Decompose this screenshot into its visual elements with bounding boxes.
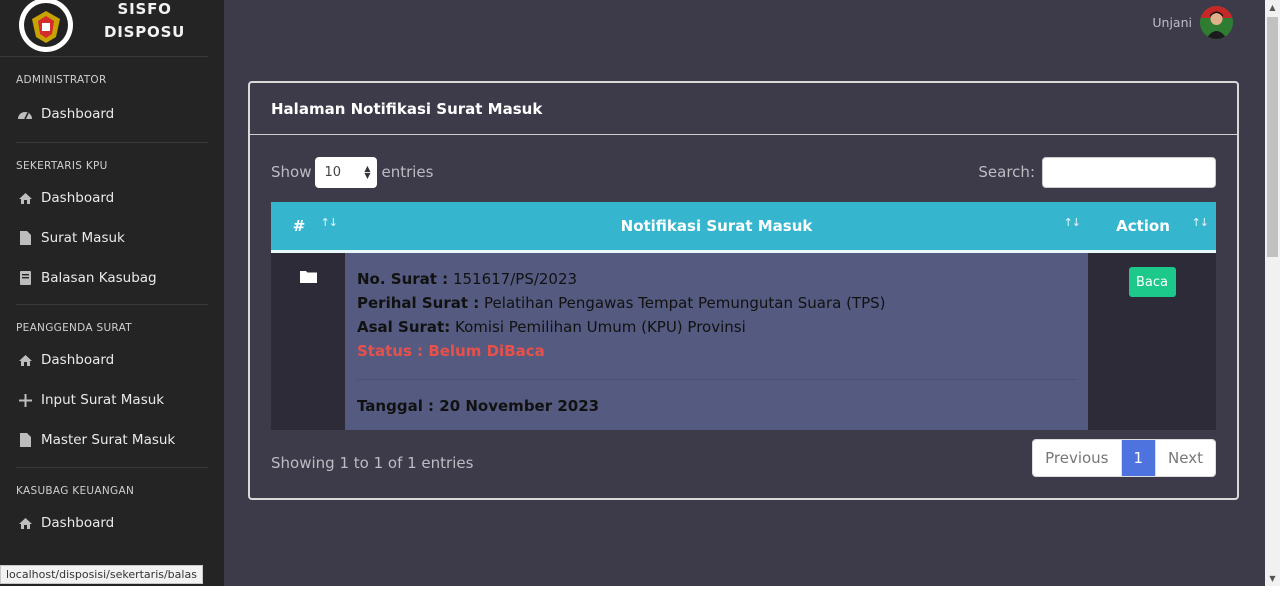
- section-heading-administrator: ADMINISTRATOR: [16, 74, 107, 86]
- sidebar-item-label: Dashboard: [41, 106, 115, 122]
- file-icon: [17, 433, 33, 447]
- avatar[interactable]: [1200, 6, 1233, 39]
- file-icon: [17, 231, 33, 245]
- pagination: Previous 1 Next: [1032, 439, 1216, 477]
- cell-divider: [357, 379, 1076, 380]
- user-name: Unjani: [1152, 15, 1192, 30]
- entries-select[interactable]: 10 ▲ ▼: [315, 156, 378, 188]
- sidebar: SISFO DISPOSU ADMINISTRATOR Dashboard SE…: [0, 0, 224, 586]
- entries-label: entries: [381, 163, 434, 181]
- sidebar-item-label: Master Surat Masuk: [41, 432, 176, 448]
- entries-value: 10: [324, 164, 342, 180]
- brand-line1: SISFO: [117, 0, 172, 18]
- scroll-down-icon[interactable]: ▼: [1265, 571, 1280, 586]
- section-heading-kasubag: KASUBAG KEUANGAN: [16, 485, 135, 497]
- home-icon: [17, 353, 33, 367]
- brand-title: SISFO DISPOSU: [104, 0, 185, 44]
- select-arrows-icon: ▲ ▼: [364, 164, 371, 180]
- sidebar-item-label: Input Surat Masuk: [41, 392, 165, 408]
- table-row: No. Surat : 151617/PS/2023 Perihal Surat…: [271, 253, 1216, 430]
- sort-icon: ↑↓: [1191, 216, 1209, 229]
- brand-line2: DISPOSU: [104, 23, 186, 41]
- asal-line: Asal Surat: Komisi Pemilihan Umum (KPU) …: [357, 315, 1076, 339]
- column-header-num[interactable]: # ↑↓: [271, 202, 345, 250]
- sidebar-item-label: Balasan Kasubag: [41, 270, 157, 286]
- perihal-label: Perihal Surat :: [357, 294, 480, 312]
- status-bar-url: localhost/disposisi/sekertaris/balas: [0, 565, 203, 584]
- scroll-up-icon[interactable]: ▲: [1265, 0, 1280, 15]
- book-icon: [17, 271, 33, 285]
- search-input[interactable]: [1042, 156, 1216, 188]
- no-surat-line: No. Surat : 151617/PS/2023: [357, 267, 1076, 291]
- previous-button[interactable]: Previous: [1033, 440, 1122, 476]
- brand[interactable]: SISFO DISPOSU: [0, 0, 208, 57]
- user-menu[interactable]: Unjani: [1152, 6, 1233, 39]
- page-1-button[interactable]: 1: [1121, 440, 1157, 476]
- status-text: Status : Belum DiBaca: [357, 342, 545, 360]
- sidebar-item-label: Dashboard: [41, 352, 115, 368]
- column-header-notif[interactable]: Notifikasi Surat Masuk ↑↓: [345, 202, 1088, 250]
- plus-icon: [17, 393, 33, 407]
- section-heading-peanggenda: PEANGGENDA SURAT: [16, 322, 132, 334]
- asal-value: Komisi Pemilihan Umum (KPU) Provinsi: [454, 318, 746, 336]
- sidebar-item-admin-dashboard[interactable]: Dashboard: [0, 94, 224, 134]
- next-button[interactable]: Next: [1156, 440, 1215, 476]
- card-title: Halaman Notifikasi Surat Masuk: [250, 83, 1237, 135]
- sidebar-item-master-surat-masuk[interactable]: Master Surat Masuk: [0, 420, 224, 460]
- show-label: Show: [271, 163, 312, 181]
- no-surat-value: 151617/PS/2023: [452, 270, 578, 288]
- search-label: Search:: [978, 163, 1035, 181]
- column-header-label: #: [292, 217, 306, 235]
- row-icon-cell: [271, 253, 345, 430]
- table-header: # ↑↓ Notifikasi Surat Masuk ↑↓ Action ↑↓: [271, 202, 1216, 253]
- home-icon: [17, 516, 33, 530]
- bottom-strip: [0, 586, 1280, 609]
- main-content: Halaman Notifikasi Surat Masuk Show 10 ▲…: [224, 57, 1265, 586]
- sort-icon: ↑↓: [1063, 216, 1081, 229]
- column-header-action[interactable]: Action ↑↓: [1088, 202, 1216, 250]
- scroll-thumb[interactable]: [1267, 17, 1278, 257]
- notification-cell: No. Surat : 151617/PS/2023 Perihal Surat…: [345, 253, 1088, 430]
- sidebar-item-peanggenda-dashboard[interactable]: Dashboard: [0, 340, 224, 380]
- table-controls: Show 10 ▲ ▼ entries Search:: [271, 156, 1216, 188]
- sidebar-item-kasubag-dashboard[interactable]: Dashboard: [0, 503, 224, 543]
- action-cell: Baca: [1088, 253, 1216, 430]
- folder-icon: [299, 268, 317, 430]
- vertical-scrollbar[interactable]: ▲ ▼: [1265, 0, 1280, 586]
- sidebar-item-label: Dashboard: [41, 190, 115, 206]
- sidebar-item-surat-masuk[interactable]: Surat Masuk: [0, 218, 224, 258]
- topbar: Unjani: [224, 0, 1265, 57]
- table-info: Showing 1 to 1 of 1 entries: [271, 454, 474, 472]
- sidebar-item-balasan-kasubag[interactable]: Balasan Kasubag: [0, 258, 224, 298]
- sidebar-item-input-surat-masuk[interactable]: Input Surat Masuk: [0, 380, 224, 420]
- perihal-value: Pelatihan Pengawas Tempat Pemungutan Sua…: [484, 294, 886, 312]
- column-header-label: Action: [1116, 217, 1170, 235]
- kpu-logo-icon: [18, 0, 74, 53]
- sidebar-item-label: Dashboard: [41, 515, 115, 531]
- sidebar-item-label: Surat Masuk: [41, 230, 125, 246]
- tachometer-icon: [17, 107, 33, 121]
- tanggal-text: Tanggal : 20 November 2023: [357, 397, 600, 415]
- notification-card: Halaman Notifikasi Surat Masuk Show 10 ▲…: [248, 81, 1239, 500]
- sidebar-item-sekertaris-dashboard[interactable]: Dashboard: [0, 178, 224, 218]
- notification-table: # ↑↓ Notifikasi Surat Masuk ↑↓ Action ↑↓: [271, 202, 1216, 430]
- sort-icon: ↑↓: [320, 216, 338, 229]
- no-surat-label: No. Surat :: [357, 270, 449, 288]
- section-heading-sekertaris: SEKERTARIS KPU: [16, 160, 108, 172]
- home-icon: [17, 191, 33, 205]
- perihal-line: Perihal Surat : Pelatihan Pengawas Tempa…: [357, 291, 1076, 315]
- asal-label: Asal Surat:: [357, 318, 451, 336]
- baca-button[interactable]: Baca: [1128, 267, 1176, 297]
- column-header-label: Notifikasi Surat Masuk: [620, 217, 813, 235]
